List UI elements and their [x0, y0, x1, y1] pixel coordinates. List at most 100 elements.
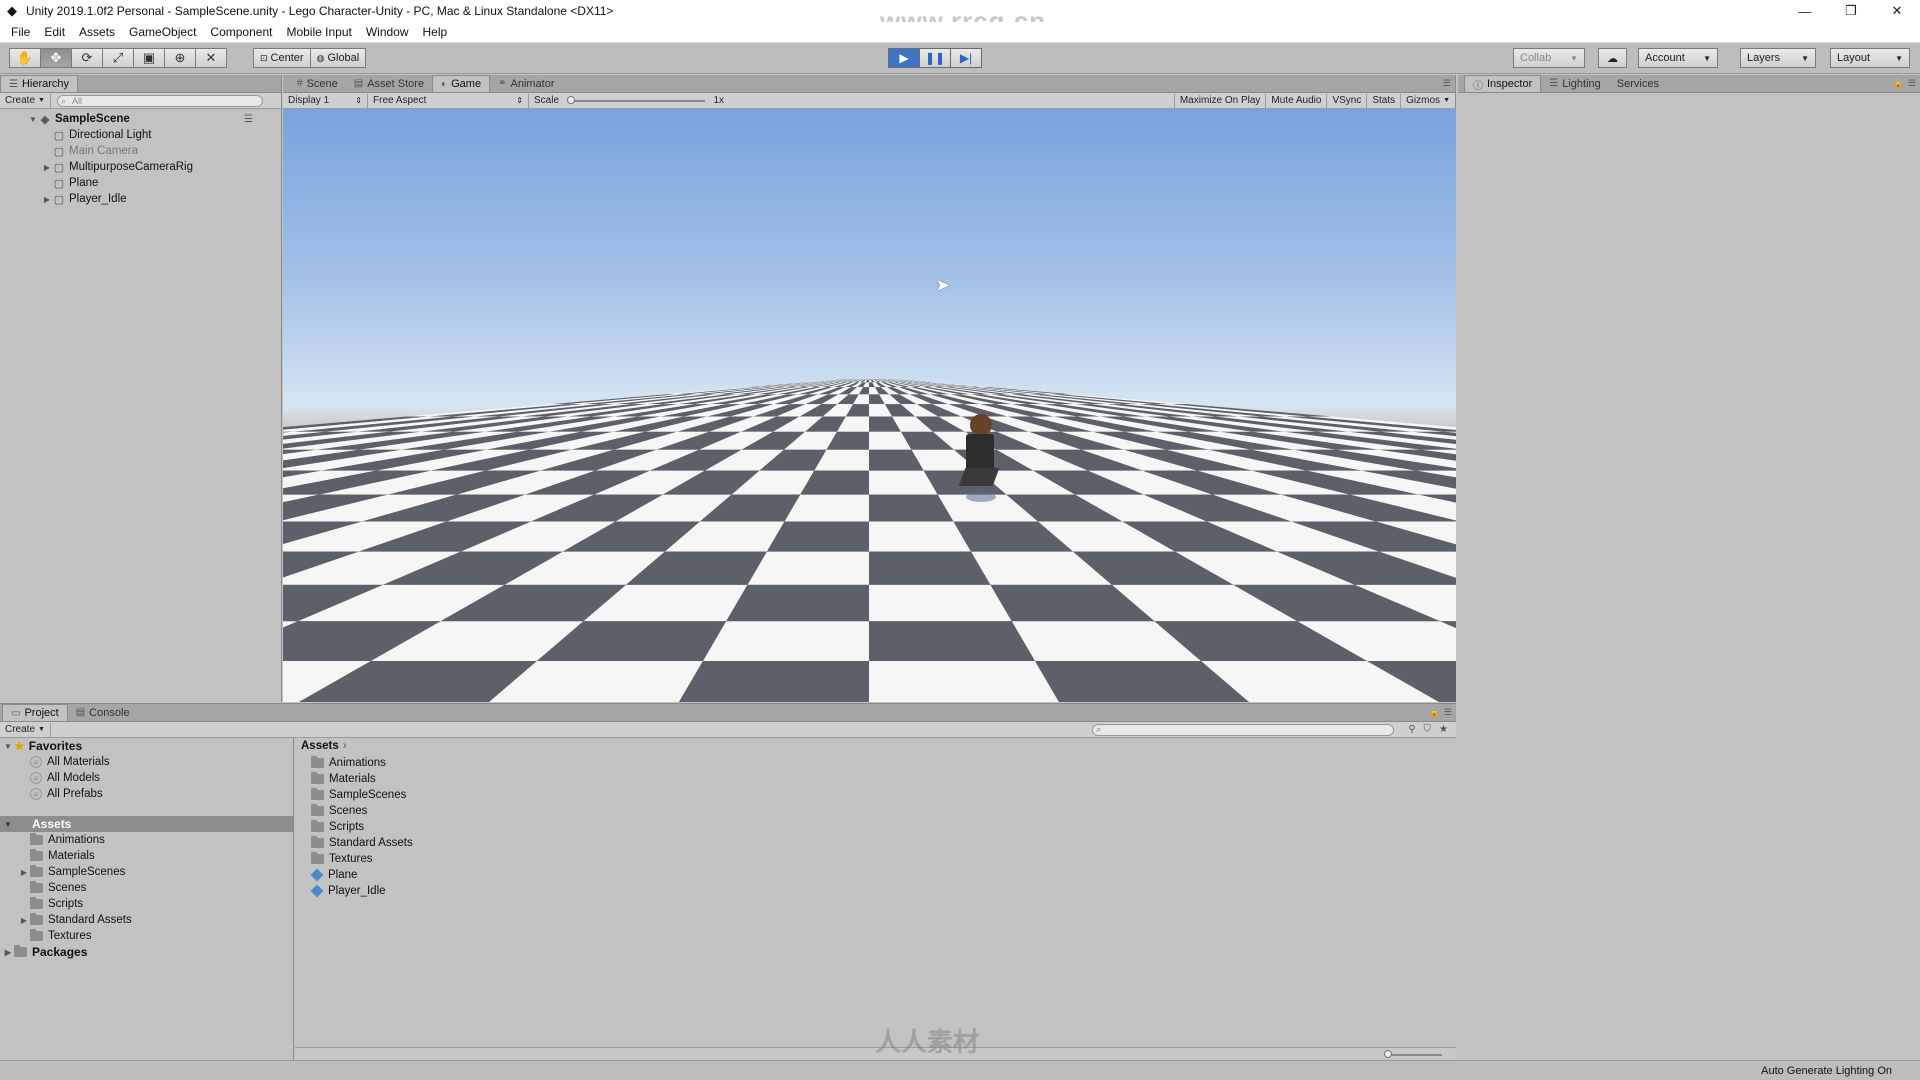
scale-tool-button[interactable]: ⤢	[102, 48, 134, 68]
menu-help[interactable]: Help	[416, 25, 455, 39]
slider-thumb-icon[interactable]	[1384, 1050, 1392, 1058]
lock-icon[interactable]: 🔒	[1893, 78, 1904, 89]
panel-menu-icon[interactable]: ☰	[1908, 78, 1916, 89]
tab-project[interactable]: ▭ Project	[2, 704, 68, 721]
close-button[interactable]: ✕	[1874, 0, 1920, 22]
minimize-button[interactable]: —	[1782, 0, 1828, 22]
pivot-center-toggle[interactable]: ⊡ Center	[253, 48, 311, 68]
tab-hierarchy[interactable]: ☰ Hierarchy	[0, 75, 79, 92]
expand-arrow-icon[interactable]: ▶	[18, 868, 30, 877]
cloud-button[interactable]: ☁	[1598, 48, 1627, 68]
hand-tool-button[interactable]: ✋	[9, 48, 41, 68]
project-create-button[interactable]: Create ▼	[0, 722, 51, 737]
hierarchy-item-player-idle[interactable]: ▶ ▢ Player_Idle	[0, 191, 281, 207]
hierarchy-item-plane[interactable]: ▢ Plane	[0, 175, 281, 191]
favorite-item[interactable]: ⌕ All Prefabs	[0, 786, 293, 802]
transform-tool-button[interactable]: ⊕	[164, 48, 196, 68]
menu-gameobject[interactable]: GameObject	[122, 25, 203, 39]
hierarchy-item-directional-light[interactable]: ▢ Directional Light	[0, 127, 281, 143]
tab-game[interactable]: ◐ Game	[432, 75, 491, 92]
asset-item[interactable]: Scripts	[295, 819, 1456, 835]
hierarchy-search-input[interactable]: ⌕ All	[56, 94, 263, 107]
panel-menu-icon[interactable]: ☰	[1443, 78, 1451, 89]
play-button[interactable]: ▶	[888, 48, 920, 68]
gizmos-dropdown[interactable]: Gizmos ▼	[1401, 94, 1455, 108]
menu-window[interactable]: Window	[359, 25, 416, 39]
tab-scene[interactable]: # Scene	[289, 75, 346, 92]
asset-folder-item[interactable]: Scripts	[0, 896, 293, 912]
asset-folder-item[interactable]: ▶ SampleScenes	[0, 864, 293, 880]
asset-folder-item[interactable]: Animations	[0, 832, 293, 848]
layers-dropdown[interactable]: Layers ▼	[1740, 48, 1816, 68]
game-viewport[interactable]	[283, 109, 1456, 702]
custom-tool-button[interactable]: ✕	[195, 48, 227, 68]
hierarchy-item-camera-rig[interactable]: ▶ ▢ MultipurposeCameraRig	[0, 159, 281, 175]
asset-item[interactable]: Scenes	[295, 803, 1456, 819]
menu-component[interactable]: Component	[203, 25, 279, 39]
account-dropdown[interactable]: Account ▼	[1638, 48, 1718, 68]
asset-item[interactable]: Animations	[295, 755, 1456, 771]
step-button[interactable]: ▶|	[950, 48, 982, 68]
tab-console[interactable]: ▤ Console	[68, 704, 138, 721]
panel-menu-icon[interactable]: ☰	[1444, 707, 1452, 718]
filter-type-icon[interactable]: ⚲	[1408, 724, 1415, 735]
asset-item[interactable]: Standard Assets	[295, 835, 1456, 851]
hierarchy-create-button[interactable]: Create ▼	[0, 93, 51, 108]
asset-item[interactable]: Materials	[295, 771, 1456, 787]
menu-edit[interactable]: Edit	[37, 25, 72, 39]
project-search-input[interactable]: ⌕	[1092, 723, 1395, 736]
space-global-toggle[interactable]: ◍ Global	[309, 48, 367, 68]
tab-animator[interactable]: ⚭ Animator	[490, 75, 562, 92]
vsync-toggle[interactable]: VSync	[1327, 93, 1368, 108]
breadcrumb[interactable]: Assets ›	[295, 738, 1456, 754]
asset-folder-item[interactable]: Scenes	[0, 880, 293, 896]
expand-arrow-icon[interactable]: ▶	[41, 163, 53, 172]
collab-dropdown[interactable]: Collab ▼	[1513, 48, 1585, 68]
tab-services[interactable]: Services	[1609, 75, 1667, 92]
rect-tool-button[interactable]: ▣	[133, 48, 165, 68]
tab-inspector[interactable]: ⓘ Inspector	[1464, 75, 1542, 92]
display-dropdown[interactable]: Display 1 ⇕	[283, 93, 368, 108]
tab-lighting[interactable]: ☰ Lighting	[1541, 75, 1609, 92]
folder-icon	[14, 945, 27, 957]
menu-assets[interactable]: Assets	[72, 25, 122, 39]
slider-thumb-icon[interactable]	[567, 95, 576, 104]
expand-arrow-icon[interactable]: ▶	[41, 195, 53, 204]
asset-folder-item[interactable]: Textures	[0, 928, 293, 944]
stats-toggle[interactable]: Stats	[1367, 93, 1402, 108]
favorites-header[interactable]: ▼ ★ Favorites	[0, 738, 293, 754]
star-icon[interactable]: ★	[1439, 724, 1448, 735]
menu-mobile-input[interactable]: Mobile Input	[279, 25, 358, 39]
asset-item[interactable]: Plane	[295, 867, 1456, 883]
favorites-label: Favorites	[28, 739, 83, 753]
assets-header[interactable]: ▼ Assets	[0, 816, 293, 832]
pause-button[interactable]: ❚❚	[919, 48, 951, 68]
layout-dropdown[interactable]: Layout ▼	[1830, 48, 1910, 68]
tab-asset-store[interactable]: ▤ Asset Store	[346, 75, 432, 92]
lock-icon[interactable]: 🔒	[1429, 707, 1440, 718]
aspect-dropdown[interactable]: Free Aspect ⇕	[368, 93, 529, 108]
favorite-item[interactable]: ⌕ All Models	[0, 770, 293, 786]
folder-icon	[311, 788, 324, 800]
rotate-tool-button[interactable]: ⟳	[71, 48, 103, 68]
asset-item[interactable]: Textures	[295, 851, 1456, 867]
packages-header[interactable]: ▶ Packages	[0, 944, 293, 960]
scene-menu-icon[interactable]: ☰	[244, 114, 253, 125]
asset-item[interactable]: SampleScenes	[295, 787, 1456, 803]
asset-item[interactable]: Player_Idle	[295, 883, 1456, 899]
asset-folder-item[interactable]: Materials	[0, 848, 293, 864]
mute-audio-toggle[interactable]: Mute Audio	[1266, 93, 1328, 108]
scale-slider[interactable]	[567, 95, 706, 104]
move-tool-button[interactable]: ✥	[40, 48, 72, 68]
filter-label-icon[interactable]: ⛉	[1424, 724, 1432, 735]
icon-size-slider[interactable]	[1384, 1050, 1442, 1058]
asset-folder-item[interactable]: ▶ Standard Assets	[0, 912, 293, 928]
menu-file[interactable]: File	[4, 25, 37, 39]
project-tabstrip: ▭ Project ▤ Console 🔒 ☰	[0, 704, 1456, 722]
scene-row[interactable]: ▼ ◈ SampleScene ☰	[0, 111, 281, 127]
restore-button[interactable]: ❐	[1828, 0, 1874, 22]
maximize-on-play-toggle[interactable]: Maximize On Play	[1173, 93, 1267, 108]
expand-arrow-icon[interactable]: ▶	[18, 916, 30, 925]
hierarchy-item-main-camera[interactable]: ▢ Main Camera	[0, 143, 281, 159]
favorite-item[interactable]: ⌕ All Materials	[0, 754, 293, 770]
